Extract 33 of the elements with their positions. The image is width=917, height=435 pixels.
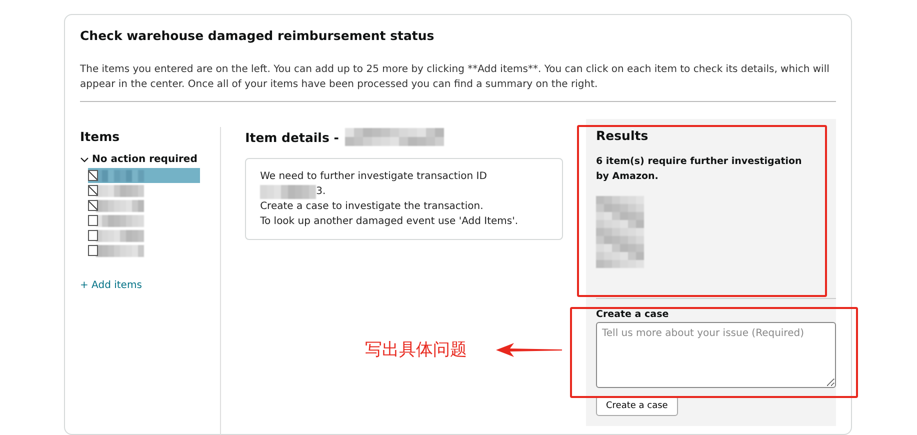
checkbox[interactable] <box>88 230 98 241</box>
create-case-button[interactable]: Create a case <box>596 396 678 416</box>
checkbox[interactable] <box>88 245 98 256</box>
blurred-block <box>96 200 144 212</box>
items-heading: Items <box>80 129 121 144</box>
page-description: The items you entered are on the left. You can add up to 25 more by clicking **Add items**. You can click on each item to check its details, which will appear in the center. Once all of your items have been processed you can find a summary on the right. <box>80 63 830 92</box>
message-text: Create a case to investigate the transaction. <box>260 200 484 214</box>
create-case-label: Create a case <box>596 309 670 320</box>
arrow-icon <box>496 343 562 357</box>
blurred-block <box>260 184 316 198</box>
page-title: Check warehouse damaged reimbursement status <box>80 28 436 43</box>
blurred-block <box>96 230 144 242</box>
blurred-block <box>596 196 644 268</box>
item-row[interactable] <box>88 168 200 183</box>
annotation-text: 写出具体问题 <box>365 339 467 361</box>
chevron-icon <box>80 155 89 164</box>
add-items-link[interactable]: + Add items <box>80 280 142 291</box>
message-text: We need to further investigate transaction ID <box>260 170 487 184</box>
blurred-block <box>96 170 144 182</box>
checkbox[interactable] <box>88 185 98 196</box>
message-text: To look up another damaged event use 'Add Items'. <box>260 215 518 229</box>
blurred-block <box>96 214 144 226</box>
checkbox[interactable] <box>88 170 98 181</box>
issue-field[interactable]: Tell us more about your issue (Required) <box>596 322 836 388</box>
results-summary: 6 item(s) require further investigation by Amazon. <box>596 155 803 184</box>
checkbox[interactable] <box>88 215 98 226</box>
blurred-block <box>96 244 144 256</box>
results-heading: Results <box>596 128 648 143</box>
blurred-block <box>96 184 144 196</box>
details-heading: Item details - <box>245 130 339 144</box>
checkbox[interactable] <box>88 200 98 211</box>
message-text: 3. <box>316 185 326 199</box>
group-toggle[interactable]: No action required <box>80 154 220 165</box>
